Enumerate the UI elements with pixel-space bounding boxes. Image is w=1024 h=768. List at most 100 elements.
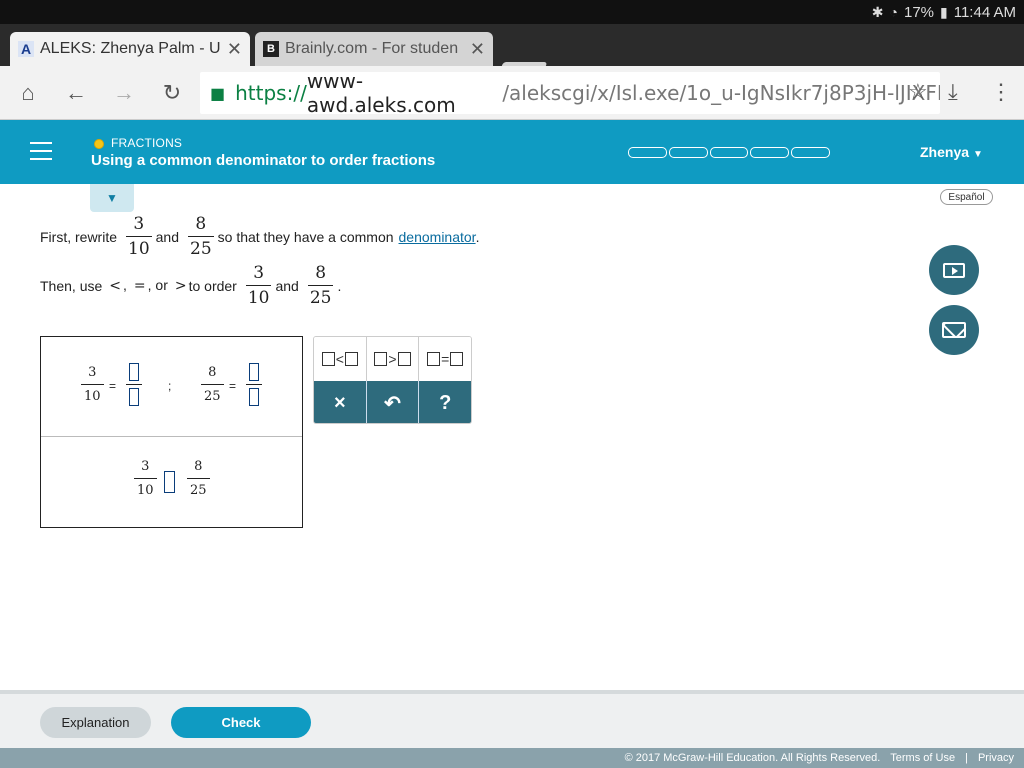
- check-button[interactable]: Check: [171, 707, 311, 738]
- progress-segment: [750, 147, 790, 158]
- fraction-3-10: 3 10: [81, 365, 104, 404]
- fraction-8-25: 8 25: [187, 459, 210, 498]
- tab-title: ALEKS: Zhenya Palm - U: [40, 40, 221, 57]
- terms-link[interactable]: Terms of Use: [890, 752, 955, 764]
- topic-status-dot: [94, 139, 104, 149]
- key-label: <: [335, 351, 344, 367]
- answer-keypad: < > = × ↶ ?: [313, 336, 472, 424]
- numerator-input[interactable]: [129, 363, 139, 381]
- url-scheme: https://: [235, 81, 307, 105]
- close-tab-icon[interactable]: ✕: [470, 39, 485, 60]
- close-tab-icon[interactable]: ✕: [227, 39, 242, 60]
- fraction-3-10: 3 10: [126, 214, 152, 259]
- bluetooth-icon: ✱: [871, 3, 884, 20]
- home-icon[interactable]: ⌂: [14, 79, 42, 107]
- separator: |: [965, 752, 968, 764]
- url-host: www-awd.aleks.com: [306, 69, 456, 117]
- denominator: 25: [190, 239, 212, 259]
- message-button[interactable]: [929, 305, 979, 355]
- bookmark-star-icon[interactable]: ☆: [908, 79, 928, 105]
- denominator: 10: [137, 483, 154, 498]
- explanation-button[interactable]: Explanation: [40, 707, 151, 738]
- denominator-link[interactable]: denominator: [399, 229, 476, 245]
- help-button[interactable]: ?: [419, 381, 471, 423]
- progress-segment: [668, 147, 708, 158]
- numerator-input[interactable]: [249, 363, 259, 381]
- greater-than-key[interactable]: >: [366, 337, 420, 381]
- numerator: 3: [88, 365, 97, 380]
- privacy-link[interactable]: Privacy: [978, 752, 1014, 764]
- denominator: 25: [309, 288, 332, 308]
- brainly-favicon-icon: B: [263, 41, 279, 57]
- wifi-icon: ◔: [889, 4, 898, 20]
- equal-key[interactable]: =: [419, 337, 471, 381]
- tab-brainly[interactable]: B Brainly.com - For studen ✕: [255, 32, 493, 66]
- denominator: 10: [128, 239, 150, 259]
- video-button[interactable]: [929, 245, 979, 295]
- progress-segment: [791, 147, 830, 158]
- battery-level: 17%: [903, 3, 935, 21]
- fraction-8-25: 8 25: [307, 263, 334, 308]
- instruction-text: and: [155, 228, 179, 245]
- browser-tab-strip: A ALEKS: Zhenya Palm - U ✕ B Brainly.com…: [0, 24, 1024, 80]
- chevron-down-icon: ▼: [106, 191, 118, 205]
- back-icon[interactable]: ←: [62, 79, 90, 107]
- denominator-input[interactable]: [249, 388, 259, 406]
- denominator: 25: [190, 483, 207, 498]
- denominator: 10: [247, 288, 270, 308]
- comma: ,: [123, 277, 127, 293]
- equals-symbol: =: [133, 278, 146, 294]
- collapse-header-button[interactable]: ▼: [90, 184, 134, 212]
- menu-kebab-icon[interactable]: ⋮: [990, 79, 1012, 105]
- reload-icon[interactable]: ↻: [158, 79, 186, 107]
- user-name: Zhenya: [920, 144, 970, 160]
- system-status-bar: ✱ ◔ 17% ▮ 11:44 AM: [0, 0, 1024, 24]
- less-than-key[interactable]: <: [314, 337, 367, 381]
- instruction-text: and: [275, 277, 299, 294]
- fraction-3-10: 3 10: [134, 459, 157, 498]
- numerator: 3: [253, 263, 265, 283]
- numerator: 3: [141, 459, 150, 474]
- undo-button[interactable]: ↶: [366, 381, 420, 423]
- numerator: 3: [133, 214, 145, 234]
- mail-icon: [942, 322, 966, 338]
- download-icon[interactable]: ⤓: [948, 79, 958, 105]
- instruction-text: First, rewrite: [40, 228, 117, 245]
- numerator: 8: [208, 365, 217, 380]
- espanol-button[interactable]: Español: [940, 189, 993, 205]
- key-label: >: [388, 351, 397, 367]
- answer-fraction-1: [126, 363, 142, 406]
- period: .: [475, 228, 480, 245]
- lock-icon: ■: [210, 83, 226, 103]
- browser-toolbar: ⌂ ← → ↻ ■ https:// www-awd.aleks.com /al…: [0, 66, 1024, 120]
- address-bar[interactable]: ■ https:// www-awd.aleks.com /alekscgi/x…: [200, 69, 940, 117]
- progress-segment: [628, 147, 667, 158]
- instruction-line-1: First, rewrite 3 10 and 8 25 so that the…: [40, 214, 479, 259]
- fraction-8-25: 8 25: [188, 214, 214, 259]
- user-menu[interactable]: Zhenya ▼: [920, 144, 983, 160]
- comparison-input[interactable]: [164, 471, 175, 493]
- greater-than-symbol: >: [174, 277, 187, 294]
- url-path: /alekscgi/x/Isl.exe/1o_u-IgNsIkr7j8P3jH-…: [502, 81, 940, 105]
- instruction-text: to order: [188, 277, 237, 294]
- tab-aleks[interactable]: A ALEKS: Zhenya Palm - U ✕: [10, 32, 250, 66]
- instruction-text: Then, use: [40, 277, 103, 294]
- footer-bar: Explanation Check: [0, 690, 1024, 748]
- answer-fraction-2: [246, 363, 262, 406]
- hamburger-menu-icon[interactable]: [30, 142, 52, 160]
- key-label: =: [441, 351, 450, 367]
- less-than-symbol: <: [109, 278, 121, 294]
- forward-icon[interactable]: →: [110, 79, 138, 107]
- lesson-title: Using a common denominator to order frac…: [91, 152, 436, 169]
- clear-button[interactable]: ×: [314, 381, 367, 423]
- fraction-3-10: 3 10: [245, 263, 272, 308]
- chevron-down-icon: ▼: [973, 149, 983, 160]
- equals-sign: =: [109, 379, 117, 393]
- denominator-input[interactable]: [129, 388, 139, 406]
- fraction-8-25: 8 25: [201, 365, 224, 404]
- progress-bar: [628, 147, 830, 158]
- battery-icon: ▮: [940, 3, 948, 20]
- equals-sign: =: [229, 379, 237, 393]
- undo-icon: ↶: [384, 392, 401, 415]
- topic-name: FRACTIONS: [111, 136, 183, 150]
